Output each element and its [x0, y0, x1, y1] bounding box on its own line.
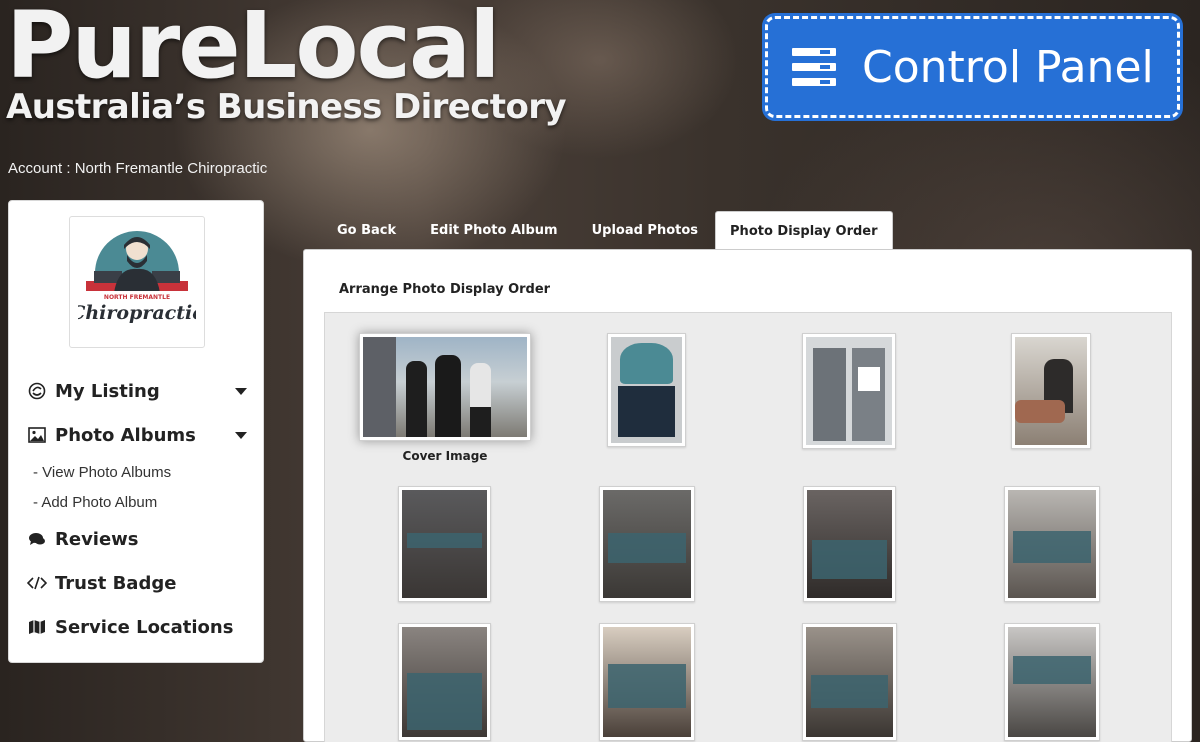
business-logo: NORTH FREMANTLE Chiropractic [69, 216, 205, 348]
photo-image [611, 337, 682, 443]
control-panel-button[interactable]: Control Panel [765, 16, 1180, 118]
image-icon [27, 425, 47, 445]
sidebar-menu: My Listing Photo Albums - View Photo Alb… [27, 369, 249, 649]
map-icon [27, 617, 47, 637]
tab-go-back[interactable]: Go Back [320, 211, 413, 249]
photo-thumbnail[interactable] [802, 623, 897, 741]
tab-bar: Go Back Edit Photo Album Upload Photos P… [320, 211, 893, 250]
cover-image-label: Cover Image [402, 449, 488, 463]
control-panel-label: Control Panel [862, 41, 1154, 93]
photo-thumbnail[interactable] [398, 486, 491, 602]
sidebar-subitem-add-album[interactable]: - Add Photo Album [27, 487, 249, 517]
photo-image [806, 337, 892, 445]
sidebar-item-photo-albums[interactable]: Photo Albums [27, 413, 249, 457]
photo-image [402, 627, 487, 737]
comments-icon [27, 529, 47, 549]
svg-text:NORTH FREMANTLE: NORTH FREMANTLE [104, 294, 170, 301]
photo-image [806, 627, 893, 737]
photo-thumbnail-cover[interactable] [359, 333, 531, 441]
sidebar-item-label: Trust Badge [55, 572, 177, 594]
panel-title: Arrange Photo Display Order [339, 282, 551, 297]
photo-image [363, 337, 527, 437]
sidebar: NORTH FREMANTLE Chiropractic My Listing … [8, 200, 264, 663]
chevron-down-icon[interactable] [235, 431, 247, 439]
photo-image [603, 627, 691, 737]
site-brand[interactable]: PureLocal Australia’s Business Directory [6, 0, 567, 127]
photo-image [807, 490, 892, 598]
sidebar-item-service-locations[interactable]: Service Locations [27, 605, 249, 649]
photo-thumbnail[interactable] [599, 623, 695, 741]
photo-image [1008, 490, 1096, 598]
photo-thumbnail[interactable] [802, 333, 896, 449]
photo-image [402, 490, 487, 598]
sidebar-item-label: Reviews [55, 528, 139, 550]
photo-image [1015, 337, 1087, 445]
photo-thumbnail[interactable] [1011, 333, 1091, 449]
tab-edit-photo-album[interactable]: Edit Photo Album [413, 211, 574, 249]
tab-photo-display-order[interactable]: Photo Display Order [715, 211, 893, 250]
photo-thumbnail[interactable] [1004, 623, 1100, 741]
photo-thumbnail[interactable] [803, 486, 896, 602]
sidebar-item-label: My Listing [55, 380, 160, 402]
server-icon [792, 48, 836, 86]
photo-order-panel: Arrange Photo Display Order Cover Image [303, 249, 1192, 742]
photo-image [1008, 627, 1096, 737]
account-name: Account : North Fremantle Chiropractic [8, 160, 268, 177]
sidebar-item-my-listing[interactable]: My Listing [27, 369, 249, 413]
sidebar-item-reviews[interactable]: Reviews [27, 517, 249, 561]
sidebar-subitem-view-albums[interactable]: - View Photo Albums [27, 457, 249, 487]
sidebar-item-label: Photo Albums [55, 424, 196, 446]
brand-title: PureLocal [6, 0, 501, 99]
svg-text:Chiropractic: Chiropractic [78, 302, 196, 324]
listing-icon [27, 381, 47, 401]
photo-thumbnail[interactable] [398, 623, 491, 741]
photo-image [603, 490, 691, 598]
photo-thumbnail[interactable] [607, 333, 686, 447]
code-icon [27, 573, 47, 593]
sidebar-item-label: Service Locations [55, 616, 234, 638]
brand-subtitle: Australia’s Business Directory [6, 87, 567, 127]
tab-upload-photos[interactable]: Upload Photos [575, 211, 715, 249]
sidebar-item-trust-badge[interactable]: Trust Badge [27, 561, 249, 605]
photo-thumbnail[interactable] [1004, 486, 1100, 602]
photo-thumbnail[interactable] [599, 486, 695, 602]
chevron-down-icon[interactable] [235, 387, 247, 395]
sortable-photo-grid: Cover Image [324, 312, 1172, 742]
